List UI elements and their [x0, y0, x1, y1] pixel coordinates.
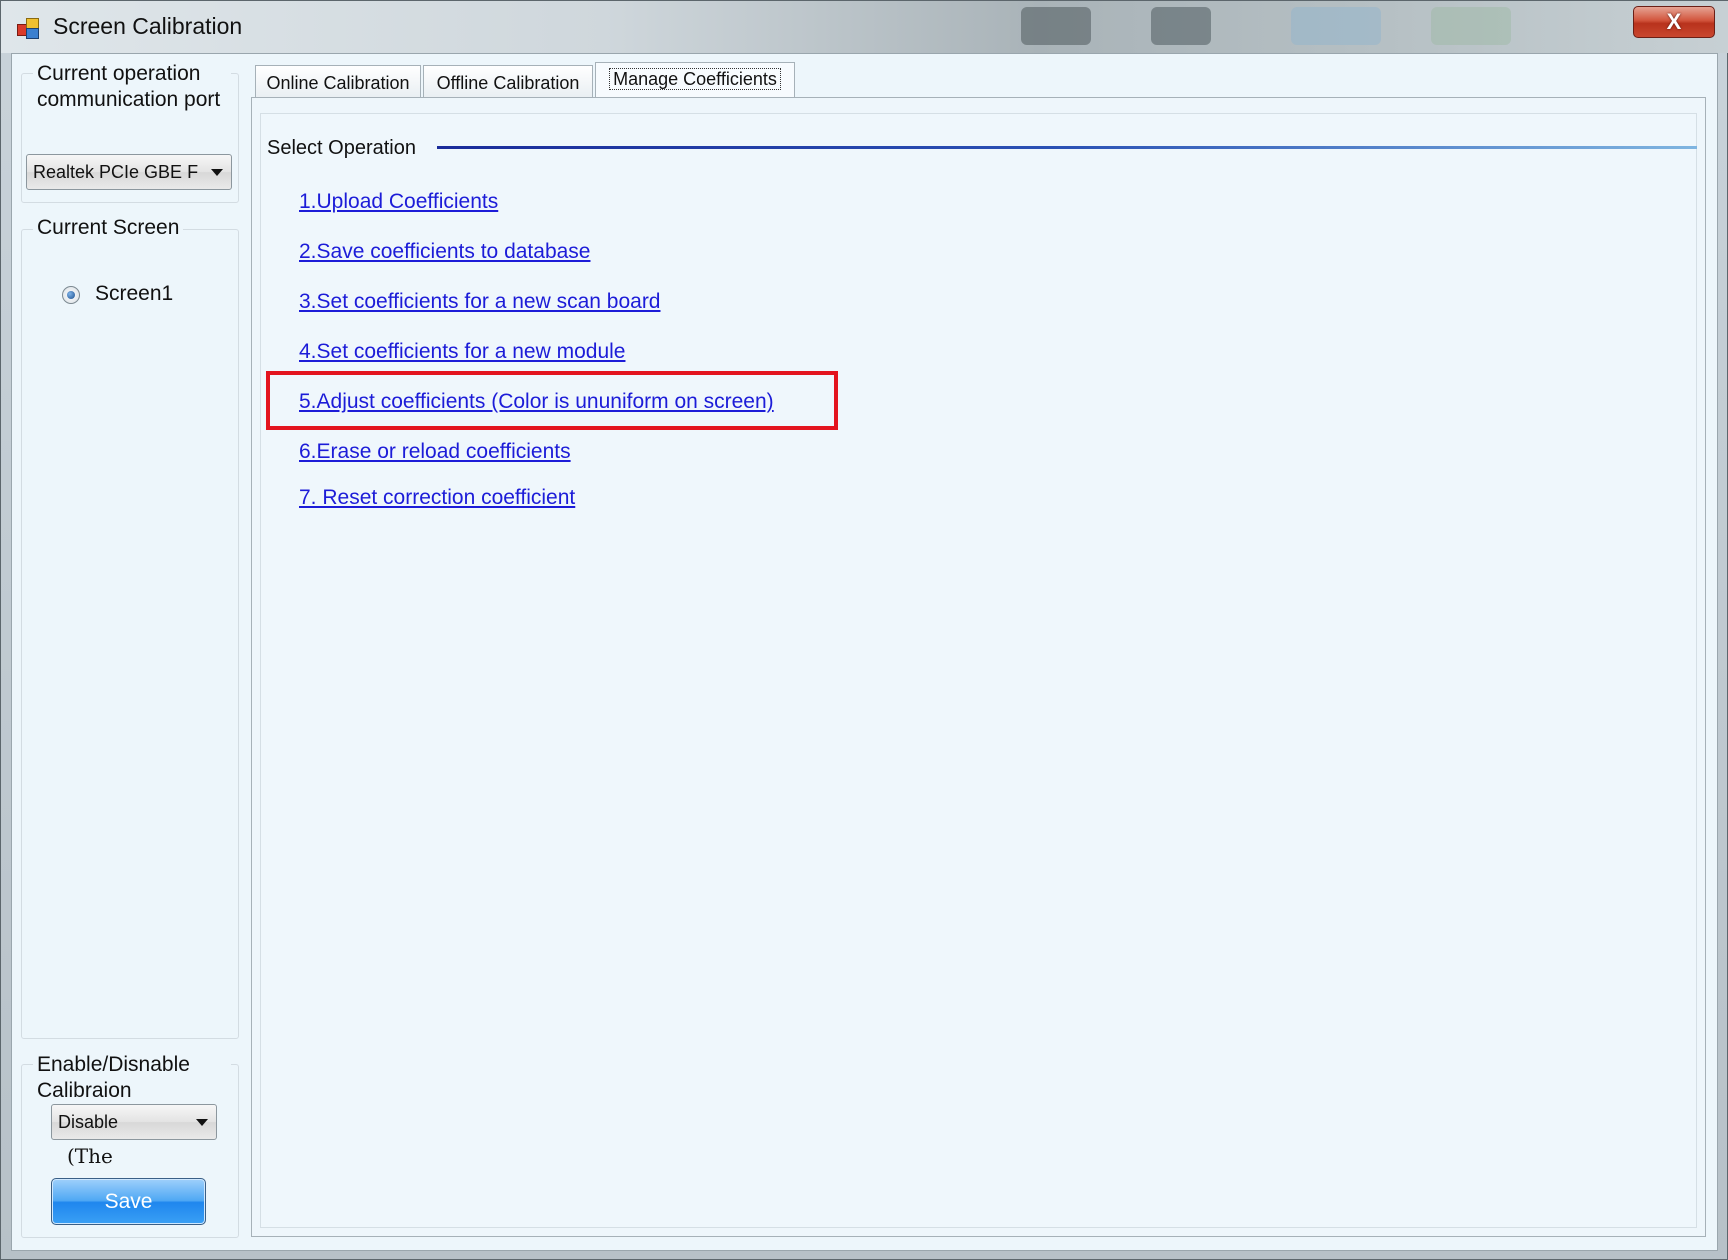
set-coefficients-module-link[interactable]: 4.Set coefficients for a new module	[299, 340, 625, 364]
radio-selected-dot	[67, 291, 75, 299]
save-coefficients-database-link[interactable]: 2.Save coefficients to database	[299, 240, 590, 264]
tab-manage-coefficients[interactable]: Manage Coefficients	[595, 62, 795, 99]
manage-coefficients-panel	[251, 97, 1706, 1237]
screen-group-title: Current Screen	[33, 215, 184, 241]
screen-group	[21, 229, 239, 1039]
highlight-box	[266, 371, 838, 430]
save-button[interactable]: Save	[51, 1178, 206, 1225]
screen1-radio[interactable]	[62, 286, 80, 304]
calibration-group-title: Enable/Disnable Calibraion	[33, 1052, 231, 1104]
port-group-title: Current operation communication port	[33, 61, 231, 113]
title-bar[interactable]: Screen Calibration X	[1, 1, 1728, 53]
upload-coefficients-link[interactable]: 1.Upload Coefficients	[299, 190, 498, 214]
tab-online-calibration[interactable]: Online Calibration	[255, 65, 421, 99]
select-operation-title: Select Operation	[267, 137, 416, 159]
calibration-select-value: Disable	[58, 1112, 119, 1132]
screen1-label[interactable]: Screen1	[95, 282, 173, 306]
section-divider	[437, 146, 1697, 149]
reset-correction-coefficient-link[interactable]: 7. Reset correction coefficient	[299, 486, 575, 510]
port-select[interactable]: Realtek PCIe GBE F	[26, 154, 232, 190]
close-icon: X	[1666, 9, 1682, 34]
erase-reload-coefficients-link[interactable]: 6.Erase or reload coefficients	[299, 440, 571, 464]
tab-offline-calibration[interactable]: Offline Calibration	[423, 65, 593, 99]
calibration-select[interactable]: Disable	[51, 1104, 217, 1140]
close-button[interactable]: X	[1633, 6, 1715, 38]
set-coefficients-scan-board-link[interactable]: 3.Set coefficients for a new scan board	[299, 290, 661, 314]
window-title: Screen Calibration	[53, 13, 243, 39]
screen-calibration-window: Screen Calibration X Current operation c…	[0, 0, 1728, 1260]
chevron-down-icon	[211, 169, 223, 176]
port-select-value: Realtek PCIe GBE F	[33, 162, 199, 182]
app-icon	[17, 16, 39, 39]
calibration-note: (The	[67, 1144, 113, 1168]
tab-manage-coefficients-label: Manage Coefficients	[609, 68, 781, 90]
select-operation-box	[260, 113, 1697, 1228]
chevron-down-icon	[196, 1119, 208, 1126]
